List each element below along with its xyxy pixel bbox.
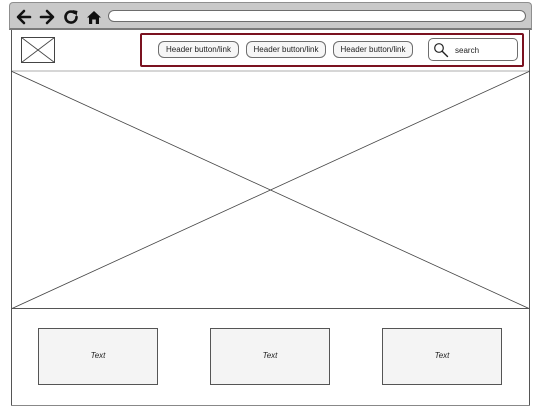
forward-arrow-icon[interactable] — [38, 8, 56, 26]
search-box[interactable] — [428, 38, 518, 61]
section-divider — [11, 308, 530, 309]
footer-divider — [11, 405, 530, 406]
header-button-2[interactable]: Header button/link — [246, 41, 326, 58]
content-card-3[interactable]: Text — [382, 328, 502, 385]
reload-icon[interactable] — [62, 8, 80, 26]
image-placeholder-icon — [21, 37, 55, 63]
home-icon[interactable] — [85, 8, 103, 26]
image-placeholder-icon — [11, 71, 530, 309]
hero-image-placeholder — [11, 71, 530, 309]
card-text: Text — [90, 351, 106, 360]
card-text: Text — [434, 351, 450, 360]
back-arrow-icon[interactable] — [15, 8, 33, 26]
url-bar[interactable] — [108, 10, 526, 22]
search-icon[interactable] — [433, 42, 449, 58]
browser-toolbar — [9, 2, 532, 30]
card-text: Text — [262, 351, 278, 360]
header-button-1[interactable]: Header button/link — [158, 41, 239, 58]
logo-placeholder[interactable] — [21, 37, 55, 63]
content-card-2[interactable]: Text — [210, 328, 330, 385]
header-button-3[interactable]: Header button/link — [333, 41, 413, 58]
wireframe-page: Header button/link Header button/link He… — [0, 0, 538, 409]
search-input[interactable] — [455, 43, 513, 57]
content-card-1[interactable]: Text — [38, 328, 158, 385]
